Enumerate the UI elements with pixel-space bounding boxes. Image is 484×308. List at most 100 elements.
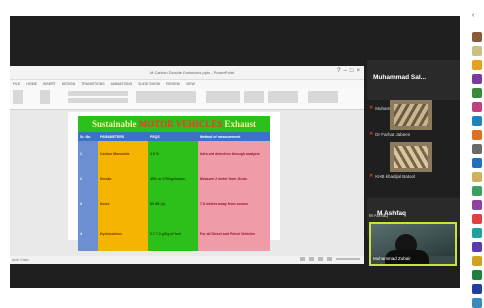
status-text: Audi Gokio bbox=[12, 258, 30, 262]
avatar[interactable] bbox=[472, 228, 482, 238]
meeting-window: M Carbon Dioxide Emissions.pptx - PowerP… bbox=[10, 16, 460, 288]
paragraph-group[interactable] bbox=[136, 91, 196, 103]
table-row: 3 Noise 85 dB (A) 7.5 meters away from s… bbox=[78, 191, 270, 216]
title-word-motor-vehicles: MOTOR VEHICLES bbox=[138, 119, 223, 129]
notes-icon[interactable] bbox=[300, 257, 305, 261]
arrange-group[interactable] bbox=[244, 91, 264, 103]
avatar[interactable] bbox=[472, 144, 482, 154]
participant-caption: ✕ Dr Farhat Jabeen bbox=[369, 131, 410, 137]
avatar[interactable] bbox=[472, 270, 482, 280]
shapes-group[interactable] bbox=[206, 91, 240, 103]
tab-design[interactable]: DESIGN bbox=[62, 82, 75, 86]
table-cell: 4 bbox=[78, 216, 98, 251]
participant-caption-text: Muhammad Zubair bbox=[373, 256, 411, 261]
table-row: 2 Smoke 40% or 2 Ringelmann Measure 2 me… bbox=[78, 166, 270, 191]
table-header: Sr. No. bbox=[78, 132, 98, 141]
window-title: M Carbon Dioxide Emissions.pptx - PowerP… bbox=[150, 70, 235, 75]
video-frame bbox=[394, 146, 428, 168]
avatar[interactable] bbox=[472, 60, 482, 70]
paste-button[interactable] bbox=[13, 90, 23, 104]
avatar[interactable] bbox=[472, 172, 482, 182]
chevron-left-icon[interactable]: ‹ bbox=[472, 12, 474, 19]
font-group[interactable] bbox=[68, 91, 128, 96]
table-cell: 85 dB (A) bbox=[148, 191, 198, 216]
editing-group[interactable] bbox=[308, 91, 338, 103]
avatar[interactable] bbox=[472, 46, 482, 56]
avatar[interactable] bbox=[472, 256, 482, 266]
participant-video-tile[interactable] bbox=[390, 142, 432, 172]
participant-name: Muhammad Sal... bbox=[373, 74, 427, 81]
avatar[interactable] bbox=[472, 284, 482, 294]
muted-mic-icon: ✕ bbox=[369, 131, 374, 137]
close-icon[interactable]: × bbox=[356, 68, 360, 74]
table-cell: Measure 2 meter from Jicsin bbox=[198, 166, 270, 191]
tab-file[interactable]: FILE bbox=[13, 82, 20, 86]
tab-review[interactable]: REVIEW bbox=[166, 82, 180, 86]
table-cell: 3 bbox=[78, 191, 98, 216]
zoom-slider[interactable] bbox=[336, 258, 360, 260]
tab-insert[interactable]: INSERT bbox=[43, 82, 56, 86]
avatar[interactable] bbox=[472, 298, 482, 308]
tab-animations[interactable]: ANIMATIONS bbox=[111, 82, 133, 86]
avatar[interactable] bbox=[472, 102, 482, 112]
table-cell: 2 bbox=[78, 166, 98, 191]
normal-view-icon[interactable] bbox=[318, 257, 323, 261]
slide[interactable]: Sustainable MOTOR VEHICLES Exhaust Sr. N… bbox=[68, 112, 280, 251]
table-cell: Infra-red detection through analyzer bbox=[198, 141, 270, 166]
participant-caption-text: Dr Farhat Jabeen bbox=[375, 131, 411, 137]
table-cell: 7.5 meters away from source bbox=[198, 191, 270, 216]
table-header: Method of measurement bbox=[198, 132, 270, 141]
title-word-exhaust: Exhaust bbox=[224, 119, 256, 129]
avatar[interactable] bbox=[472, 158, 482, 168]
help-icon[interactable]: ? bbox=[337, 68, 340, 74]
shared-screen: M Carbon Dioxide Emissions.pptx - PowerP… bbox=[10, 66, 364, 264]
title-word-sustainable: Sustainable bbox=[92, 119, 137, 129]
tab-slide-show[interactable]: SLIDE SHOW bbox=[138, 82, 160, 86]
avatar[interactable] bbox=[472, 214, 482, 224]
table-cell: 1 bbox=[78, 141, 98, 166]
tab-home[interactable]: HOME bbox=[26, 82, 37, 86]
maximize-icon[interactable]: □ bbox=[350, 68, 354, 74]
table-header: PARAMETERS bbox=[98, 132, 148, 141]
new-slide-button[interactable] bbox=[40, 90, 50, 104]
video-frame bbox=[394, 104, 428, 126]
avatar[interactable] bbox=[472, 200, 482, 210]
slide-title: Sustainable MOTOR VEHICLES Exhaust bbox=[78, 116, 270, 132]
table-cell: Smoke bbox=[98, 166, 148, 191]
avatar[interactable] bbox=[472, 242, 482, 252]
table-cell: Noise bbox=[98, 191, 148, 216]
ribbon-tabs: FILE HOME INSERT DESIGN TRANSITIONS ANIM… bbox=[10, 80, 364, 88]
avatar[interactable] bbox=[472, 88, 482, 98]
comments-icon[interactable] bbox=[309, 257, 314, 261]
sorter-view-icon[interactable] bbox=[327, 257, 332, 261]
table-cell: 0.7 7.0 g/Kg of fuel bbox=[148, 216, 198, 251]
avatar[interactable] bbox=[472, 116, 482, 126]
font-style-group[interactable] bbox=[68, 98, 128, 103]
featured-participant-tile[interactable]: Muhammad Sal... bbox=[367, 60, 460, 100]
table-cell: Hydrocarbon bbox=[98, 216, 148, 251]
minimize-icon[interactable]: – bbox=[344, 68, 347, 74]
ribbon bbox=[10, 88, 364, 110]
shape-format-group[interactable] bbox=[268, 91, 298, 103]
participant-video-tile[interactable] bbox=[390, 100, 432, 130]
emissions-table: Sr. No. PARAMETERS PEQS Method of measur… bbox=[78, 132, 270, 251]
avatar[interactable] bbox=[472, 32, 482, 42]
powerpoint-status-bar: Audi Gokio bbox=[10, 256, 364, 264]
table-cell: For all Diesel and Petrol Vehicles bbox=[198, 216, 270, 251]
tab-transitions[interactable]: TRANSITIONS bbox=[81, 82, 105, 86]
powerpoint-title-bar: M Carbon Dioxide Emissions.pptx - PowerP… bbox=[10, 66, 364, 80]
avatar[interactable] bbox=[472, 74, 482, 84]
muted-mic-icon: ✕ bbox=[369, 105, 374, 111]
slide-area: Sustainable MOTOR VEHICLES Exhaust Sr. N… bbox=[10, 110, 364, 256]
table-row: 1 Carbon Monoxide 4.5 % Infra-red detect… bbox=[78, 141, 270, 166]
table-cell: 40% or 2 Ringelmann bbox=[148, 166, 198, 191]
tab-view[interactable]: VIEW bbox=[186, 82, 195, 86]
participant-caption-text: M Ashfaq bbox=[369, 213, 388, 218]
avatar[interactable] bbox=[472, 186, 482, 196]
avatar[interactable] bbox=[472, 130, 482, 140]
participant-caption: ✕ KHB khadijal Batool bbox=[369, 173, 415, 179]
table-cell: 4.5 % bbox=[148, 141, 198, 166]
active-speaker-tile[interactable]: Muhammad Zubair bbox=[369, 222, 457, 266]
participant-caption: M Ashfaq bbox=[369, 213, 388, 218]
muted-mic-icon: ✕ bbox=[369, 173, 374, 179]
